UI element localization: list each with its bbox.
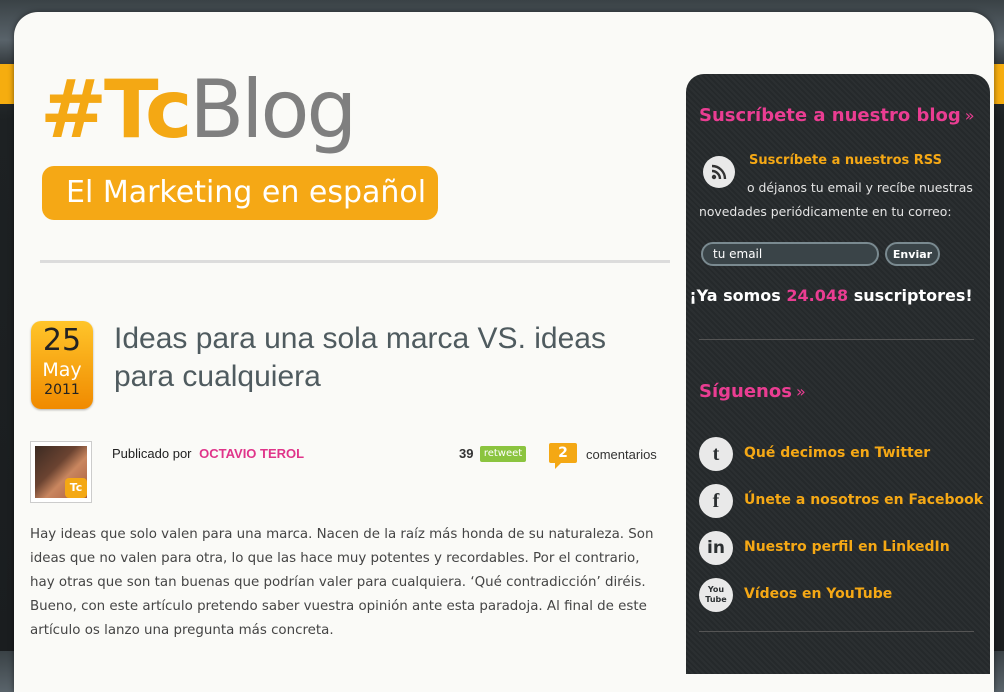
author-link[interactable]: OCTAVIO TEROL	[199, 446, 304, 461]
post-byline: Publicado por OCTAVIO TEROL	[112, 446, 304, 461]
sidebar: Suscríbete a nuestro blog» Suscríbete a …	[686, 74, 990, 674]
logo-blog-text: Blog	[189, 63, 357, 156]
comment-count-bubble[interactable]: 2	[549, 443, 577, 469]
comments-link[interactable]: comentarios	[586, 447, 657, 462]
post-date-year: 2011	[44, 382, 80, 398]
avatar-badge: Tc	[65, 478, 87, 498]
twitter-icon: t	[699, 437, 733, 471]
post-date-badge: 25 May 2011	[31, 321, 93, 409]
rss-link[interactable]: Suscríbete a nuestros RSS	[749, 153, 942, 168]
site-logo[interactable]: #TcBlog	[40, 62, 357, 158]
send-button[interactable]: Enviar	[885, 242, 940, 266]
follow-heading: Síguenos»	[699, 381, 806, 402]
sidebar-divider	[699, 339, 974, 340]
post-title[interactable]: Ideas para una sola marca VS. ideas para…	[114, 320, 674, 396]
subscribers-suffix: suscriptores!	[853, 286, 973, 305]
site-tagline: El Marketing en español	[42, 166, 438, 220]
byline-prefix: Publicado por	[112, 446, 192, 461]
raquo-icon: »	[795, 382, 806, 401]
follow-heading-text: Síguenos	[699, 381, 792, 402]
raquo-icon: »	[964, 106, 975, 125]
subscribe-heading-text: Suscríbete a nuestro blog	[699, 105, 961, 126]
social-linkedin-label[interactable]: Nuestro perfil en LinkedIn	[744, 539, 950, 555]
rss-description: o déjanos tu email y recíbe nuestras nov…	[699, 180, 973, 219]
subscriber-count: ¡Ya somos 24.048 suscriptores!	[686, 286, 976, 305]
facebook-icon: f	[699, 484, 733, 518]
social-facebook-label[interactable]: Únete a nosotros en Facebook	[744, 492, 983, 508]
author-avatar[interactable]: Tc	[30, 441, 92, 503]
header-divider	[40, 260, 670, 263]
logo-hash-text: #Tc	[40, 63, 192, 156]
youtube-icon: You Tube	[699, 578, 733, 612]
retweet-button[interactable]: retweet	[480, 446, 526, 462]
social-twitter-label[interactable]: Qué decimos en Twitter	[744, 445, 930, 461]
retweet-count: 39	[459, 446, 474, 461]
linkedin-icon: in	[699, 531, 733, 565]
sidebar-divider	[699, 631, 974, 632]
subscribe-heading: Suscríbete a nuestro blog»	[699, 105, 975, 126]
post-body: Hay ideas que solo valen para una marca.…	[30, 527, 654, 638]
social-youtube-label[interactable]: Vídeos en YouTube	[744, 586, 892, 602]
subscribers-prefix: ¡Ya somos	[689, 286, 781, 305]
author-photo: Tc	[35, 446, 87, 498]
email-input[interactable]	[701, 242, 879, 266]
post-date-month: May	[42, 359, 82, 381]
subscribers-number: 24.048	[786, 286, 849, 305]
post-date-day: 25	[42, 323, 82, 358]
